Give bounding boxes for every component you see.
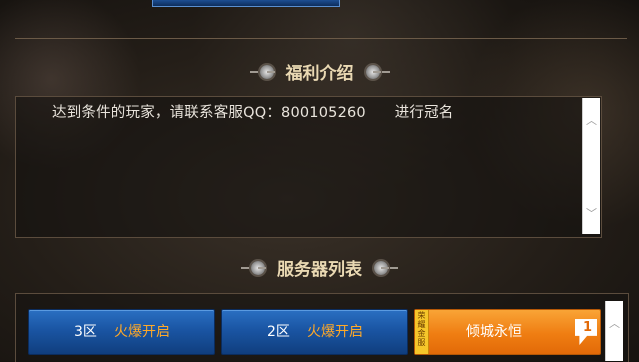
intro-title: 福利介绍 [285,64,354,84]
scroll-up-icon[interactable]: ︿ [606,315,623,331]
scroll-up-icon[interactable]: ︿ [583,112,600,129]
server-list-scrollbar[interactable]: ︿ [605,301,623,361]
server-status: 火爆开启 [307,324,363,340]
featured-server-button[interactable]: 荣耀金服 倾城永恒 1 [414,309,601,355]
intro-section-heading: 福利介绍 [0,59,639,84]
ornament-left-icon [241,260,266,275]
divider [15,38,627,39]
intro-text: 达到条件的玩家，请联系客服QQ：800105260 进行冠名 [52,105,454,121]
server-status: 火爆开启 [114,324,170,340]
intro-textbox[interactable]: 达到条件的玩家，请联系客服QQ：800105260 进行冠名 [15,96,602,238]
server-button-3[interactable]: 3区 火爆开启 [28,309,215,355]
server-zone: 2区 [267,324,290,340]
server-list-title: 服务器列表 [277,260,362,280]
ornament-left-icon [249,64,275,79]
scroll-down-icon[interactable]: ﹀ [583,205,600,222]
intro-scrollbar[interactable]: ︿ ﹀ [582,98,600,234]
ornament-right-icon [365,64,390,79]
server-tag-badge: 荣耀金服 [415,310,429,354]
server-zone: 3区 [74,324,97,340]
server-button-2[interactable]: 2区 火爆开启 [221,309,408,355]
server-section-heading: 服务器列表 [0,255,639,280]
featured-server-name: 倾城永恒 [466,324,522,340]
top-button-edge[interactable] [152,0,340,7]
rank-number: 1 [582,320,592,335]
ornament-right-icon [374,260,398,275]
